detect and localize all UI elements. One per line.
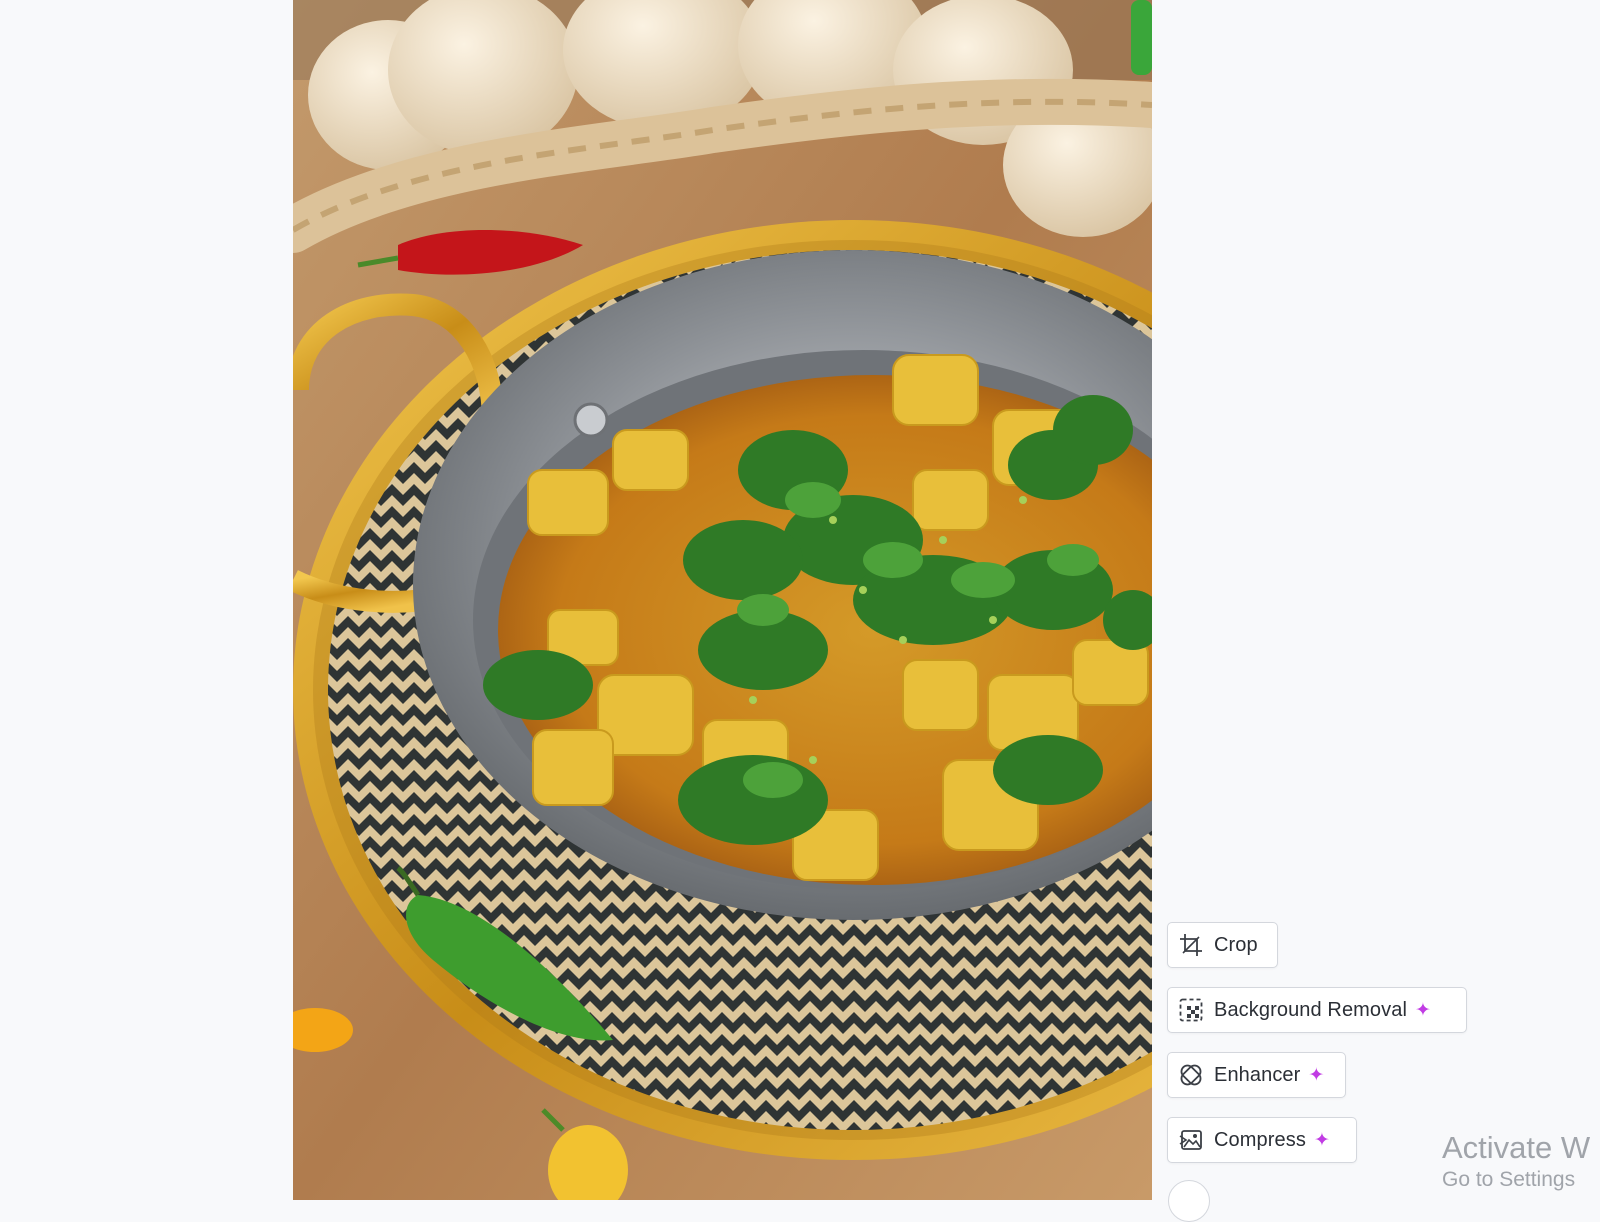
compress-icon: [1178, 1127, 1204, 1153]
background-removal-button[interactable]: Background Removal ✦: [1167, 987, 1467, 1033]
enhancer-icon: [1178, 1062, 1204, 1088]
food-photo: [293, 0, 1152, 1200]
sparkle-icon: ✦: [1308, 1064, 1325, 1086]
compress-label: Compress: [1214, 1128, 1306, 1151]
activate-windows-watermark: Activate W Go to Settings: [1442, 1130, 1600, 1200]
background-removal-label: Background Removal: [1214, 998, 1408, 1021]
compress-button[interactable]: Compress ✦: [1167, 1117, 1357, 1163]
sparkle-icon: ✦: [1313, 1129, 1330, 1151]
crop-button[interactable]: Crop: [1167, 922, 1278, 968]
enhancer-label: Enhancer: [1214, 1063, 1301, 1086]
activate-title: Activate W: [1442, 1130, 1591, 1165]
enhancer-button[interactable]: Enhancer ✦: [1167, 1052, 1346, 1098]
crop-icon: [1178, 932, 1204, 958]
activate-subtitle: Go to Settings: [1442, 1168, 1576, 1191]
more-tools-button[interactable]: [1168, 1180, 1210, 1222]
background-removal-icon: [1178, 997, 1204, 1023]
sparkle-icon: ✦: [1415, 999, 1431, 1021]
crop-label: Crop: [1214, 933, 1258, 956]
